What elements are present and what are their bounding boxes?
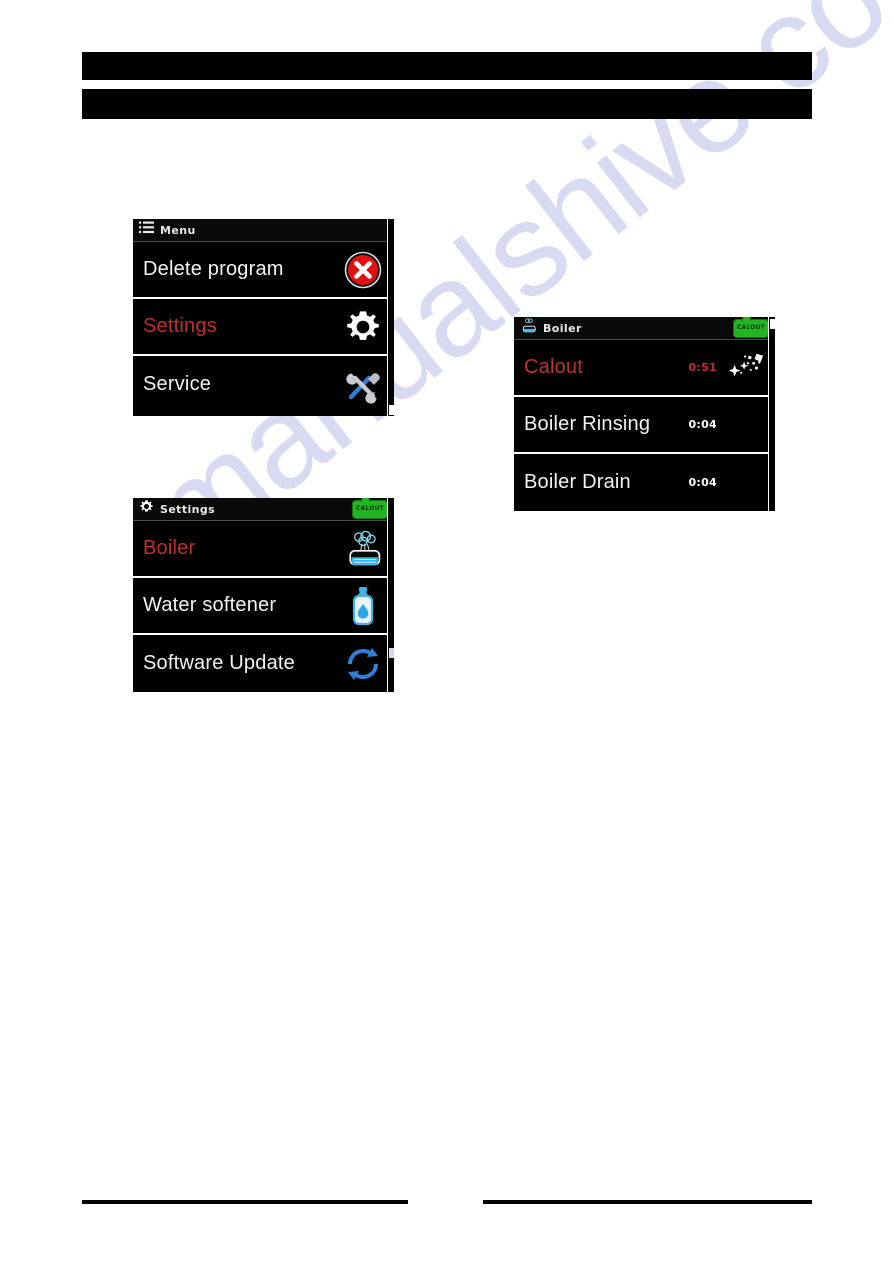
- refresh-arrows-icon: [342, 643, 384, 685]
- settings-row-software-update[interactable]: Software Update: [133, 635, 394, 692]
- footer-rule-right: [483, 1200, 812, 1204]
- menu-row-settings-label: Settings: [143, 315, 217, 337]
- calout-badge-label: CALOUT: [356, 505, 384, 512]
- settings-scrollbar[interactable]: [387, 498, 394, 692]
- boiler-steam-icon: [520, 317, 537, 339]
- boiler-rinsing-icon-slot: [727, 406, 765, 444]
- boiler-row-boiler-rinsing-label: Boiler Rinsing: [524, 413, 651, 435]
- boiler-steam-icon: [342, 528, 384, 570]
- settings-scrollbar-thumb[interactable]: [389, 648, 394, 658]
- boiler-row-boiler-drain-time: 0:04: [688, 476, 717, 489]
- settings-row-boiler[interactable]: Boiler: [133, 521, 394, 578]
- gear-icon: [342, 306, 384, 348]
- hamburger-menu-icon: [139, 221, 154, 239]
- menu-row-delete-program[interactable]: Delete program: [133, 242, 394, 299]
- settings-titlebar: Settings CALOUT: [133, 498, 394, 521]
- calout-status-badge: CALOUT: [733, 317, 769, 338]
- boiler-drain-icon-slot: [727, 464, 765, 502]
- redacted-header-bar-secondary: [82, 89, 812, 119]
- settings-row-software-update-label: Software Update: [143, 652, 295, 674]
- page-watermark: manualshive.com: [121, 0, 893, 588]
- settings-row-water-softener[interactable]: Water softener: [133, 578, 394, 635]
- device-screen-settings: Settings CALOUT Boiler Water softener So…: [133, 498, 394, 692]
- device-screen-boiler: Boiler CALOUT Calout 0:51 Boiler Rinsing…: [514, 317, 775, 511]
- menu-title-text: Menu: [160, 223, 196, 237]
- boiler-scrollbar[interactable]: [768, 317, 775, 511]
- menu-row-service-label: Service: [143, 373, 212, 395]
- sparkle-descale-icon: [727, 349, 765, 387]
- boiler-screen-body: Calout 0:51 Boiler Rinsing 0:04 Boiler D…: [514, 340, 775, 511]
- menu-screen-body: Delete program Settings Service: [133, 242, 394, 416]
- settings-row-boiler-label: Boiler: [143, 537, 196, 559]
- boiler-row-calout-time: 0:51: [688, 361, 717, 374]
- boiler-row-boiler-rinsing[interactable]: Boiler Rinsing 0:04: [514, 397, 775, 454]
- boiler-row-boiler-drain[interactable]: Boiler Drain 0:04: [514, 454, 775, 511]
- boiler-row-calout[interactable]: Calout 0:51: [514, 340, 775, 397]
- settings-screen-body: Boiler Water softener Software Update: [133, 521, 394, 692]
- water-bottle-drop-icon: [342, 585, 384, 627]
- boiler-title-text: Boiler: [543, 321, 582, 335]
- delete-circle-x-icon: [342, 249, 384, 291]
- menu-row-service[interactable]: Service: [133, 356, 394, 413]
- device-screen-menu: Menu Delete program Settings Service: [133, 219, 394, 416]
- footer-rule-left: [82, 1200, 408, 1204]
- settings-row-water-softener-label: Water softener: [143, 594, 277, 616]
- menu-scrollbar[interactable]: [387, 219, 394, 416]
- menu-scrollbar-thumb[interactable]: [389, 405, 394, 415]
- menu-row-delete-program-label: Delete program: [143, 258, 284, 280]
- redacted-header-bar-primary: [82, 52, 812, 80]
- boiler-scrollbar-thumb[interactable]: [770, 319, 775, 329]
- boiler-row-calout-label: Calout: [524, 356, 584, 378]
- calout-status-badge: CALOUT: [352, 498, 388, 519]
- settings-title-text: Settings: [160, 502, 216, 516]
- boiler-row-boiler-drain-label: Boiler Drain: [524, 471, 631, 493]
- menu-row-settings[interactable]: Settings: [133, 299, 394, 356]
- wrench-hammer-icon: [342, 364, 384, 406]
- boiler-titlebar: Boiler CALOUT: [514, 317, 775, 340]
- gear-icon: [139, 499, 154, 519]
- calout-badge-label: CALOUT: [737, 324, 765, 331]
- boiler-row-boiler-rinsing-time: 0:04: [688, 418, 717, 431]
- menu-titlebar: Menu: [133, 219, 394, 242]
